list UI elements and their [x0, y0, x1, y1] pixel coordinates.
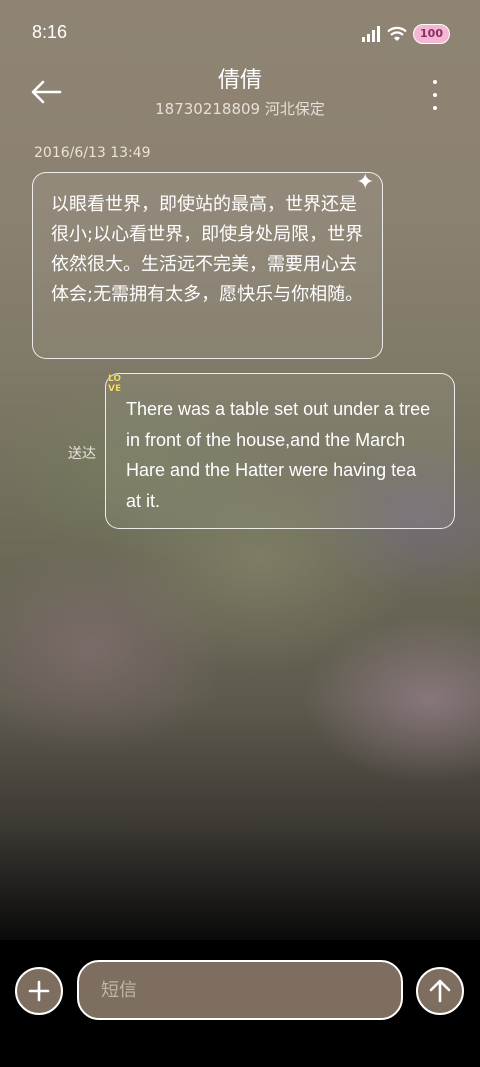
send-button[interactable]: [416, 967, 464, 1015]
status-icons: 100: [361, 22, 450, 46]
send-arrow-icon: [429, 979, 451, 1003]
conversation-header: 倩倩 18730218809 河北保定: [0, 66, 480, 136]
message-timestamp: 2016/6/13 13:49: [34, 145, 151, 161]
outgoing-message-bubble[interactable]: There was a table set out under a tree i…: [105, 373, 455, 529]
status-time: 8:16: [32, 22, 68, 42]
contact-title-block: 倩倩 18730218809 河北保定: [100, 66, 380, 120]
incoming-message-bubble[interactable]: 以眼看世界，即使站的最高，世界还是很小;以心看世界，即使身处局限，世界依然很大。…: [32, 172, 383, 359]
wifi-icon: [387, 26, 407, 41]
outgoing-message-text: There was a table set out under a tree i…: [126, 399, 431, 511]
back-button[interactable]: [30, 78, 70, 110]
signal-icon: [362, 26, 381, 42]
more-vertical-icon[interactable]: [430, 80, 440, 110]
incoming-message-text: 以眼看世界，即使站的最高，世界还是很小;以心看世界，即使身处局限，世界依然很大。…: [51, 194, 364, 305]
love-sticker-icon: LO VE: [108, 374, 122, 394]
add-attachment-button[interactable]: [15, 967, 63, 1015]
back-arrow-icon: [31, 80, 62, 104]
sparkle-icon: ✦: [356, 170, 375, 195]
message-input-box[interactable]: [77, 960, 403, 1020]
message-input[interactable]: [79, 962, 401, 1018]
add-icon: [28, 980, 50, 1002]
contact-info: 18730218809 河北保定: [155, 100, 325, 118]
delivery-status: 送达: [68, 446, 96, 462]
status-bar: 8:16 100: [0, 0, 480, 66]
battery-icon: 100: [413, 24, 450, 44]
contact-name: 倩倩: [217, 68, 262, 93]
